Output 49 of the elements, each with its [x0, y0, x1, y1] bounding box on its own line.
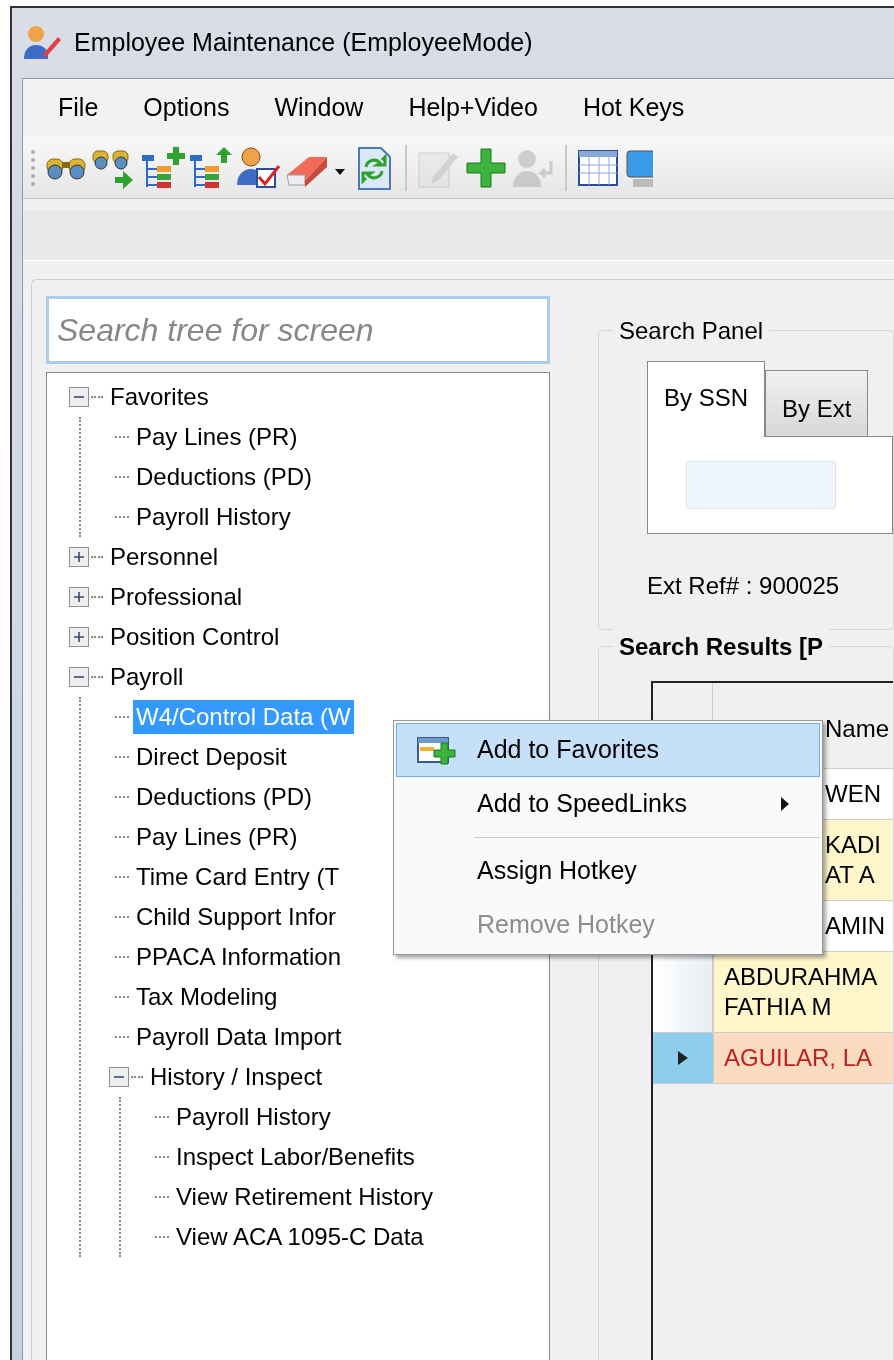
row-header[interactable] [653, 1033, 713, 1083]
tree-item[interactable]: Deductions (PD) [133, 780, 316, 814]
current-row-icon [678, 1051, 688, 1065]
search-field[interactable]: Search tree for screen [46, 296, 550, 364]
menu-item[interactable]: Add to Favorites [396, 723, 820, 777]
ext-ref-label: Ext Ref# : 900025 [647, 571, 841, 601]
tree-item[interactable]: Pay Lines (PR) [133, 820, 301, 854]
menu-item[interactable]: Hot Keys [582, 89, 685, 127]
menu-item[interactable]: Options [143, 89, 230, 127]
tree-item[interactable]: Payroll History [133, 500, 294, 534]
tab[interactable]: By SSN [647, 361, 766, 437]
list-plus-icon [417, 735, 457, 765]
collapse-toggle[interactable] [109, 1067, 129, 1087]
window-title: Employee Maintenance (EmployeeMode) [74, 27, 533, 59]
tree-item[interactable]: Payroll History [173, 1100, 334, 1134]
tree-item[interactable]: Direct Deposit [133, 740, 290, 774]
tree-plus-icon[interactable] [139, 144, 185, 191]
table-cell: ABDURAHMA FATHIA M [713, 952, 893, 1032]
expand-toggle[interactable] [69, 587, 89, 607]
ssn-field[interactable] [686, 461, 836, 509]
tree-item[interactable]: Professional [107, 580, 246, 614]
tree-item[interactable]: Favorites [107, 380, 212, 414]
expand-toggle[interactable] [69, 627, 89, 647]
tree-item[interactable]: Child Support Infor [133, 900, 340, 934]
tree-item[interactable]: Payroll [107, 660, 187, 694]
tree-item[interactable]: Personnel [107, 540, 222, 574]
tree-up-arrow-icon[interactable] [187, 144, 233, 191]
tree-item[interactable]: Pay Lines (PR) [133, 420, 301, 454]
expand-toggle[interactable] [69, 547, 89, 567]
menu-item[interactable]: Window [274, 89, 364, 127]
tree-item[interactable]: Tax Modeling [133, 980, 281, 1014]
tree-item[interactable]: History / Inspect [147, 1060, 326, 1094]
tree-item[interactable]: View Retirement History [173, 1180, 436, 1214]
tree-item[interactable]: View ACA 1095-C Data [173, 1220, 427, 1254]
tree-item[interactable]: Position Control [107, 620, 283, 654]
tab[interactable]: By Ext [765, 370, 869, 436]
collapse-toggle[interactable] [69, 667, 89, 687]
table-cell: AGUILAR, LA [713, 1033, 893, 1083]
submenu-arrow-icon [781, 797, 789, 811]
user-checkmark-icon[interactable] [235, 144, 281, 191]
menu-item[interactable]: Help+Video [408, 89, 538, 127]
tree-item[interactable]: Deductions (PD) [133, 460, 316, 494]
tree-item[interactable]: Payroll Data Import [133, 1020, 345, 1054]
column-header[interactable]: Name [825, 711, 890, 768]
tree-item[interactable]: PPACA Information [133, 940, 344, 974]
tree-item[interactable]: Time Card Entry (T [133, 860, 343, 894]
collapse-toggle[interactable] [69, 387, 89, 407]
menu-item[interactable]: File [58, 89, 99, 127]
tree-item[interactable]: Inspect Labor/Benefits [173, 1140, 418, 1174]
